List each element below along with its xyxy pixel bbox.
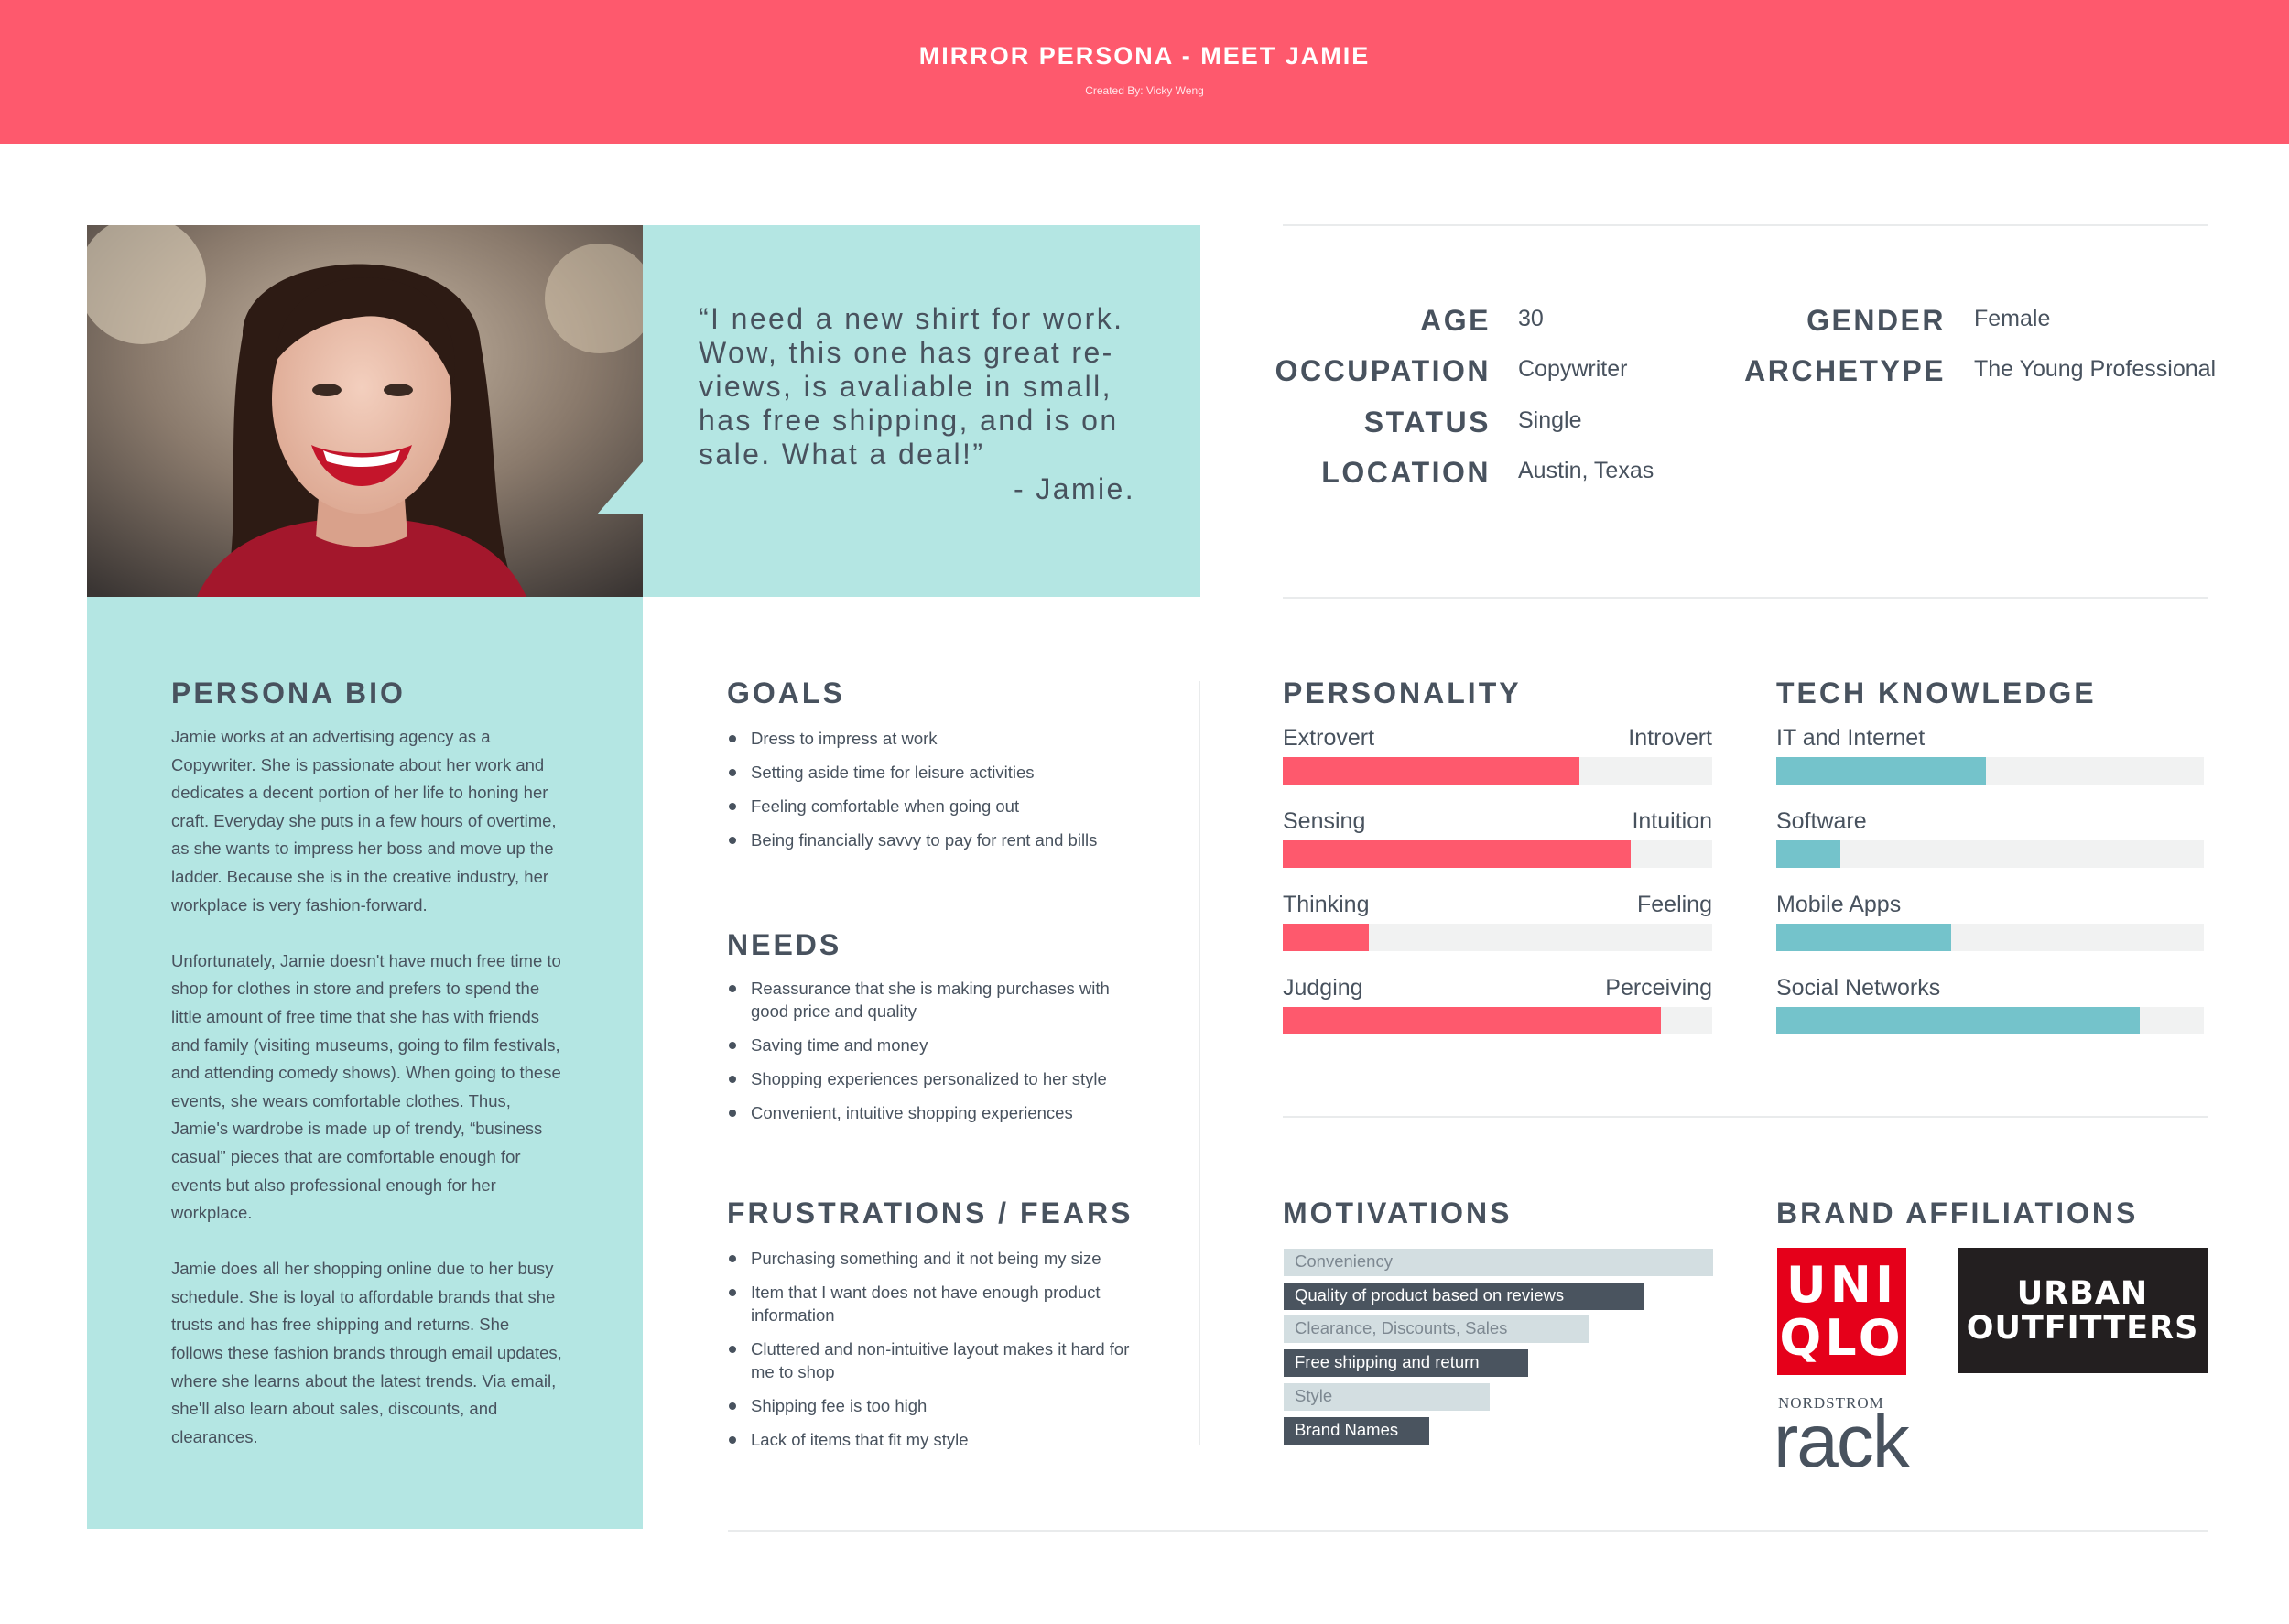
archetype-label: ARCHETYPE xyxy=(1744,354,1946,387)
goals-list: Dress to impress at work Setting aside t… xyxy=(727,727,1130,851)
needs-list: Reassurance that she is making purchases… xyxy=(727,977,1130,1124)
list-item: Reassurance that she is making purchases… xyxy=(727,977,1130,1023)
bio-title: PERSONA BIO xyxy=(171,677,406,709)
tech-fill xyxy=(1776,1007,2140,1034)
urban-outfitters-logo: URBAN OUTFITTERS xyxy=(1958,1248,2208,1373)
list-item: Purchasing something and it not being my… xyxy=(727,1247,1130,1270)
motivation-label: Conveniency xyxy=(1295,1251,1393,1271)
tech-label: Social Networks xyxy=(1776,975,1941,1001)
list-item: Convenient, intuitive shopping experienc… xyxy=(727,1101,1130,1124)
occupation-value: Copywriter xyxy=(1518,356,1628,382)
frustrations-list: Purchasing something and it not being my… xyxy=(727,1247,1130,1451)
list-item: Lack of items that fit my style xyxy=(727,1428,1130,1451)
quote-pointer xyxy=(597,460,645,514)
list-item: Shopping experiences personalized to her… xyxy=(727,1067,1130,1090)
tech-title: TECH KNOWLEDGE xyxy=(1776,677,2097,709)
tech-track xyxy=(1776,1007,2204,1034)
quote-signature: - Jamie. xyxy=(1014,472,1135,505)
tech-label: IT and Internet xyxy=(1776,725,1926,751)
trait-track xyxy=(1283,1007,1712,1034)
bio-paragraph: Unfortunately, Jamie doesn't have much f… xyxy=(171,950,561,1223)
trait-track xyxy=(1283,924,1712,951)
divider-top xyxy=(1283,224,2208,226)
header-banner: MIRROR PERSONA - MEET JAMIE Created By: … xyxy=(0,0,2289,144)
trait-fill xyxy=(1283,840,1631,868)
motivation-bar: Brand Names xyxy=(1284,1416,1430,1445)
trait-fill xyxy=(1283,924,1369,951)
age-label: AGE xyxy=(1420,304,1491,337)
list-item: Feeling comfortable when going out xyxy=(727,795,1130,817)
divider-bottom xyxy=(728,1530,2208,1532)
persona-photo xyxy=(87,225,643,597)
motivations-title: MOTIVATIONS xyxy=(1283,1196,1513,1229)
page-subtitle: Created By: Vicky Weng xyxy=(1085,84,1204,97)
list-item: Item that I want does not have enough pr… xyxy=(727,1281,1130,1326)
bio-text: Jamie works at an advertising agency as … xyxy=(171,723,565,1479)
divider-personality xyxy=(1283,1116,2208,1118)
bio-paragraph: Jamie does all her shopping online due t… xyxy=(171,1259,562,1446)
tech-fill xyxy=(1776,924,1952,951)
motivation-label: Style xyxy=(1295,1385,1333,1405)
archetype-value: The Young Professional xyxy=(1974,356,2217,382)
page-title: MIRROR PERSONA - MEET JAMIE xyxy=(918,42,1371,70)
persona-quote: “I need a new shirt for work. Wow, this … xyxy=(699,302,1124,471)
location-value: Austin, Texas xyxy=(1518,458,1654,483)
list-item: Dress to impress at work xyxy=(727,727,1130,750)
personality-title: PERSONALITY xyxy=(1283,677,1522,709)
urban-outfitters-line: URBAN xyxy=(2016,1275,2149,1312)
motivation-bar: Conveniency xyxy=(1284,1249,1713,1276)
trait-right-label: Introvert xyxy=(1628,725,1712,751)
location-label: LOCATION xyxy=(1321,456,1491,489)
trait-track xyxy=(1283,757,1712,785)
tech-track xyxy=(1776,757,2204,785)
motivation-label: Quality of product based on reviews xyxy=(1295,1284,1565,1305)
motivation-bar: Free shipping and return xyxy=(1284,1349,1529,1378)
occupation-label: OCCUPATION xyxy=(1275,354,1491,387)
gender-label: GENDER xyxy=(1806,304,1946,337)
tech-label: Mobile Apps xyxy=(1776,892,1902,917)
motivation-bar: Quality of product based on reviews xyxy=(1284,1282,1644,1310)
trait-fill xyxy=(1283,1007,1661,1034)
divider-vertical xyxy=(1199,681,1200,1445)
urban-outfitters-line: OUTFITTERS xyxy=(1966,1310,2199,1347)
uniqlo-line: QLO xyxy=(1779,1309,1904,1367)
motivation-bar: Style xyxy=(1284,1382,1491,1411)
trait-track xyxy=(1283,840,1712,868)
tech-fill xyxy=(1776,840,1841,868)
frustrations-title: FRUSTRATIONS / FEARS xyxy=(727,1196,1134,1229)
motivation-label: Clearance, Discounts, Sales xyxy=(1295,1318,1508,1338)
status-label: STATUS xyxy=(1363,406,1491,438)
bio-paragraph: Jamie works at an advertising agency as … xyxy=(171,727,557,915)
motivation-label: Brand Names xyxy=(1295,1419,1399,1439)
needs-title: NEEDS xyxy=(727,928,842,961)
list-item: Setting aside time for leisure activitie… xyxy=(727,761,1130,784)
tech-fill xyxy=(1776,757,1986,785)
age-value: 30 xyxy=(1518,306,1544,331)
motivation-label: Free shipping and return xyxy=(1295,1352,1480,1372)
tech-label: Software xyxy=(1776,808,1867,834)
uniqlo-line: UNI xyxy=(1785,1256,1898,1314)
uniqlo-logo: UNI QLO xyxy=(1777,1248,1906,1375)
trait-right-label: Perceiving xyxy=(1605,975,1712,1001)
trait-fill xyxy=(1283,757,1579,785)
trait-right-label: Feeling xyxy=(1637,892,1712,917)
goals-title: GOALS xyxy=(727,677,845,709)
gender-value: Female xyxy=(1974,306,2051,331)
status-value: Single xyxy=(1518,407,1582,433)
list-item: Being financially savvy to pay for rent … xyxy=(727,828,1130,851)
list-item: Saving time and money xyxy=(727,1034,1130,1056)
motivation-bar: Clearance, Discounts, Sales xyxy=(1284,1315,1589,1344)
list-item: Cluttered and non-intuitive layout makes… xyxy=(727,1337,1130,1383)
tech-track xyxy=(1776,840,2204,868)
nordstrom-rack-logo-bottom: rack xyxy=(1774,1400,1910,1483)
divider-demographics xyxy=(1283,597,2208,599)
brands-title: BRAND AFFILIATIONS xyxy=(1776,1196,2139,1229)
trait-right-label: Intuition xyxy=(1632,808,1712,834)
tech-track xyxy=(1776,924,2204,951)
list-item: Shipping fee is too high xyxy=(727,1394,1130,1417)
